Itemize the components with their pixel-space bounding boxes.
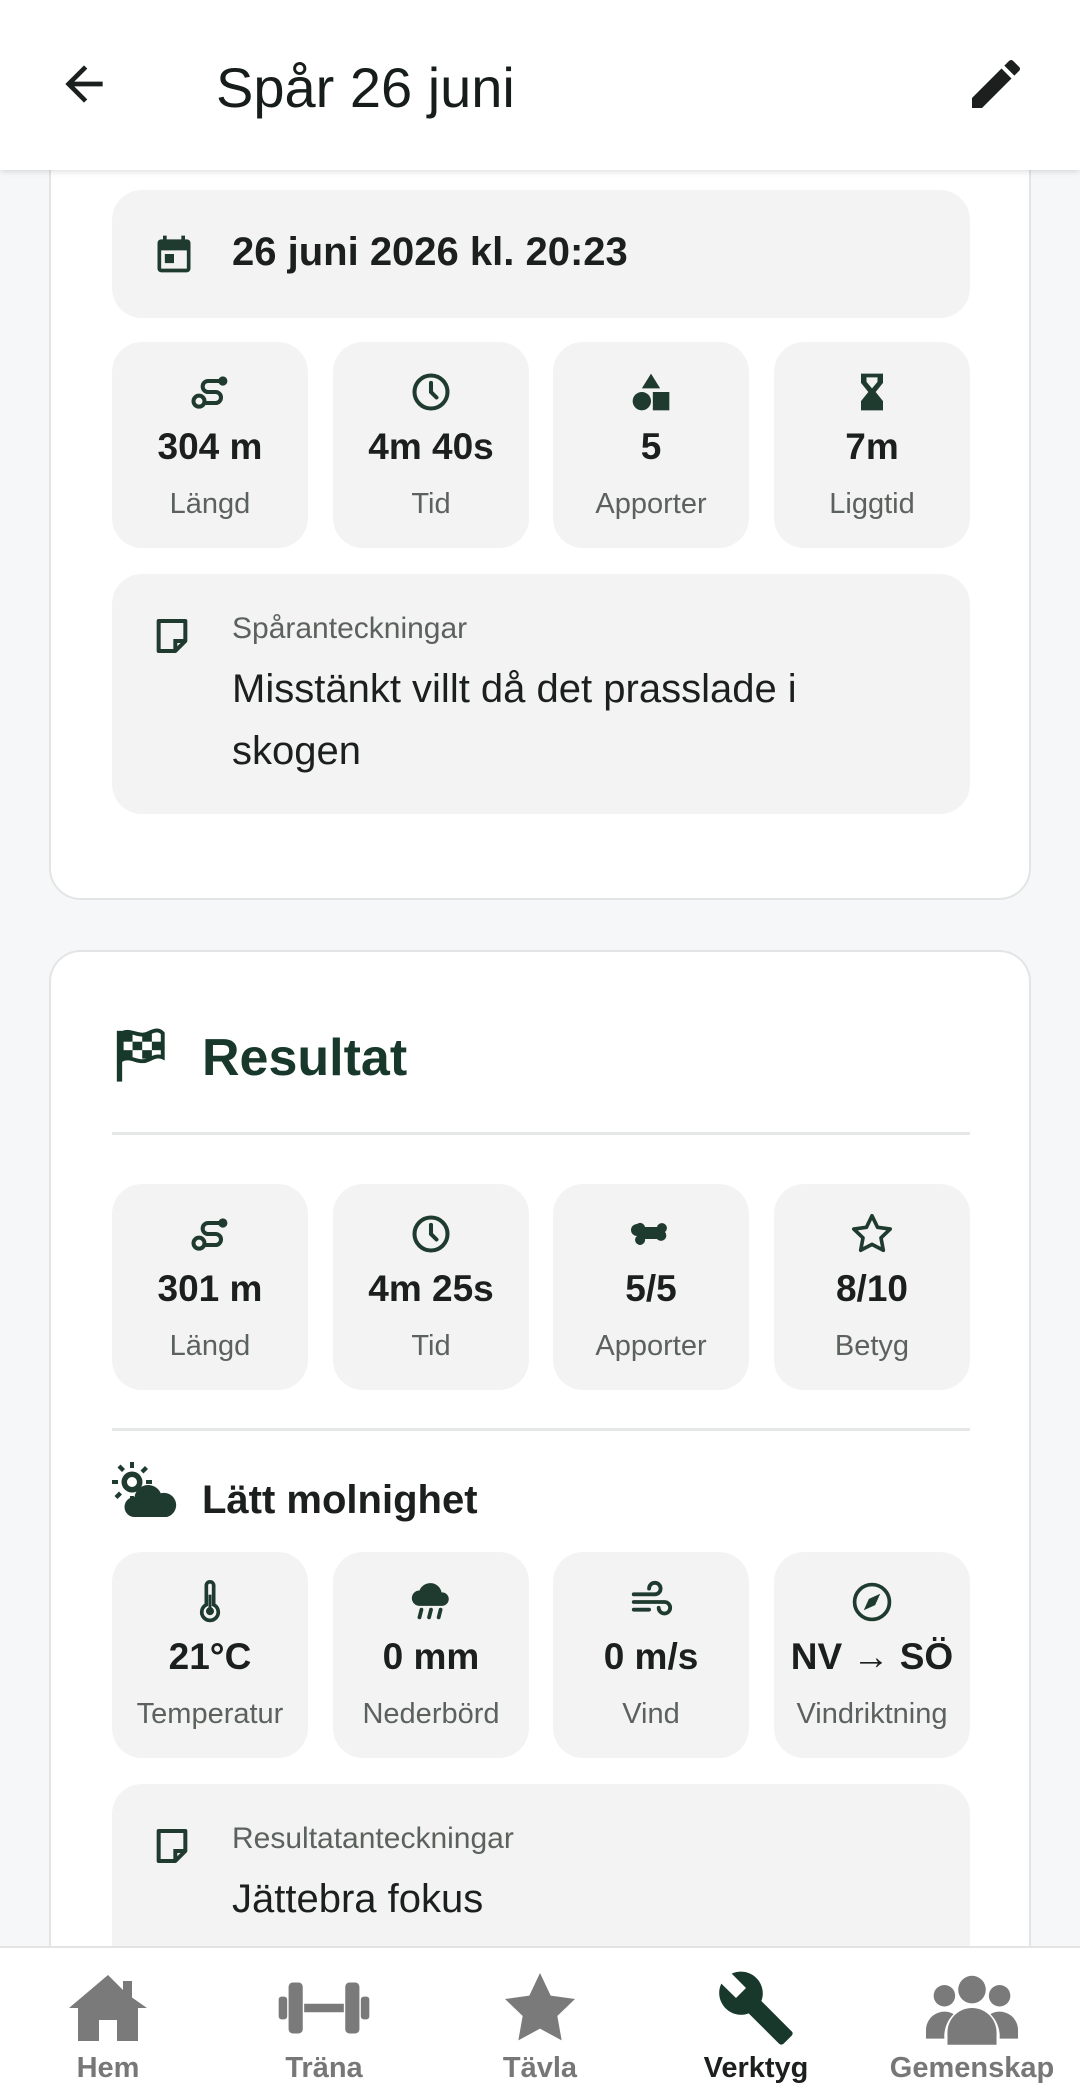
hourglass-icon [861, 373, 883, 411]
stat-label: Apporter [595, 1330, 707, 1362]
stat-label: Temperatur [136, 1698, 284, 1730]
pencil-icon [972, 59, 1021, 108]
shapes-icon [632, 373, 670, 411]
stat-value: 0 m/s [603, 1636, 699, 1677]
nav-item-train[interactable]: Träna [216, 1948, 432, 2094]
stat-wind: 0 m/s Vind [553, 1552, 749, 1758]
page-title: Spår 26 juni [216, 56, 515, 119]
calendar-icon [157, 235, 191, 273]
wind-icon [631, 1580, 673, 1616]
app-bar: Spår 26 juni [0, 0, 1080, 170]
edit-button[interactable] [960, 48, 1032, 120]
checkered-flag-icon [116, 1028, 165, 1082]
result-stats: 301 m Längd 4m 25s Tid 5/5 Apporter 8/10… [112, 1184, 970, 1390]
stat-value: NV → SÖ [790, 1636, 954, 1677]
bone-icon [631, 1222, 667, 1245]
stat-label: Apporter [595, 488, 707, 520]
weather-stats: 21°C Temperatur 0 mm Nederbörd 0 m/s Vin… [112, 1552, 970, 1758]
nav-label: Tävla [502, 2052, 578, 2084]
stat-items: 5 Apporter [553, 342, 749, 548]
stat-wind-direction: NV → SÖ Vindriktning [774, 1552, 970, 1758]
back-button[interactable] [48, 48, 120, 120]
clock-icon [412, 373, 450, 411]
route-icon [191, 376, 228, 409]
star-icon [505, 1973, 575, 2041]
rain-cloud-icon [411, 1583, 449, 1620]
nav-label: Gemenskap [889, 2052, 1055, 2084]
notes-label: Spåranteckningar [232, 612, 468, 645]
stat-label: Längd [169, 1330, 251, 1362]
star-outline-icon [851, 1213, 893, 1253]
stat-precipitation: 0 mm Nederbörd [333, 1552, 529, 1758]
stat-items: 5/5 Apporter [553, 1184, 749, 1390]
date-box: 26 juni 2026 kl. 20:23 [112, 190, 970, 318]
stat-value: 7m [845, 426, 899, 467]
wrench-icon [719, 1971, 793, 2045]
track-card: 26 juni 2026 kl. 20:23 304 m Längd 4m 40… [49, 110, 1031, 900]
stat-value: 21°C [168, 1636, 252, 1677]
result-title: Resultat [202, 1029, 408, 1087]
nav-label: Hem [76, 2052, 140, 2084]
stat-label: Vindriktning [796, 1698, 948, 1730]
stat-time: 4m 25s Tid [333, 1184, 529, 1390]
stat-value: 8/10 [835, 1268, 908, 1309]
compass-icon [852, 1582, 892, 1622]
divider [112, 1428, 970, 1431]
stat-value: 301 m [157, 1268, 263, 1309]
nav-item-compete[interactable]: Tävla [432, 1948, 648, 2094]
route-icon [191, 1218, 228, 1251]
stat-label: Liggtid [829, 488, 915, 520]
notes-label: Resultatanteckningar [232, 1822, 514, 1855]
dumbbell-icon [278, 1982, 370, 2034]
stat-temperature: 21°C Temperatur [112, 1552, 308, 1758]
stat-label: Nederbörd [362, 1698, 500, 1730]
stat-label: Betyg [834, 1330, 910, 1362]
stat-time: 4m 40s Tid [333, 342, 529, 548]
stat-label: Längd [169, 488, 251, 520]
notes-text: Misstänkt villt då det prasslade i skoge… [232, 667, 797, 773]
track-notes: Spåranteckningar Misstänkt villt då det … [112, 574, 970, 814]
group-icon [926, 1975, 1018, 2045]
clock-icon [412, 1215, 450, 1253]
stat-lie-time: 7m Liggtid [774, 342, 970, 548]
stat-label: Tid [411, 1330, 451, 1362]
stat-label: Tid [411, 488, 451, 520]
note-icon [156, 1829, 188, 1863]
note-icon [156, 619, 188, 653]
track-stats: 304 m Längd 4m 40s Tid 5 Apporter 7m Lig… [112, 342, 970, 548]
nav-item-tools[interactable]: Verktyg [648, 1948, 864, 2094]
nav-label: Träna [285, 2052, 363, 2084]
sun-cloud-icon [112, 1462, 177, 1517]
home-icon [69, 1975, 147, 2041]
bottom-navigation: Hem Träna Tävla Verktyg Gemenskap [0, 1946, 1080, 2094]
divider [112, 1132, 970, 1135]
nav-label: Verktyg [703, 2052, 809, 2084]
notes-text: Jättebra fokus [232, 1877, 484, 1921]
arrow-left-icon [65, 65, 103, 103]
stat-length: 304 m Längd [112, 342, 308, 548]
stat-value: 5 [640, 426, 662, 467]
nav-item-community[interactable]: Gemenskap [864, 1948, 1080, 2094]
weather-heading: Lätt molnighet [112, 1462, 970, 1532]
stat-length: 301 m Längd [112, 1184, 308, 1390]
stat-label: Vind [622, 1698, 680, 1730]
stat-value: 0 mm [382, 1636, 480, 1677]
stat-value: 4m 25s [368, 1268, 494, 1309]
thermometer-icon [199, 1580, 221, 1623]
stat-value: 304 m [157, 426, 263, 467]
stat-value: 5/5 [625, 1268, 677, 1309]
result-card: Resultat 301 m Längd 4m 25s Tid 5/5 Appo… [49, 950, 1031, 2050]
stat-grade: 8/10 Betyg [774, 1184, 970, 1390]
weather-title: Lätt molnighet [202, 1478, 478, 1522]
nav-item-home[interactable]: Hem [0, 1948, 216, 2094]
date-text: 26 juni 2026 kl. 20:23 [232, 230, 628, 274]
stat-value: 4m 40s [368, 426, 494, 467]
